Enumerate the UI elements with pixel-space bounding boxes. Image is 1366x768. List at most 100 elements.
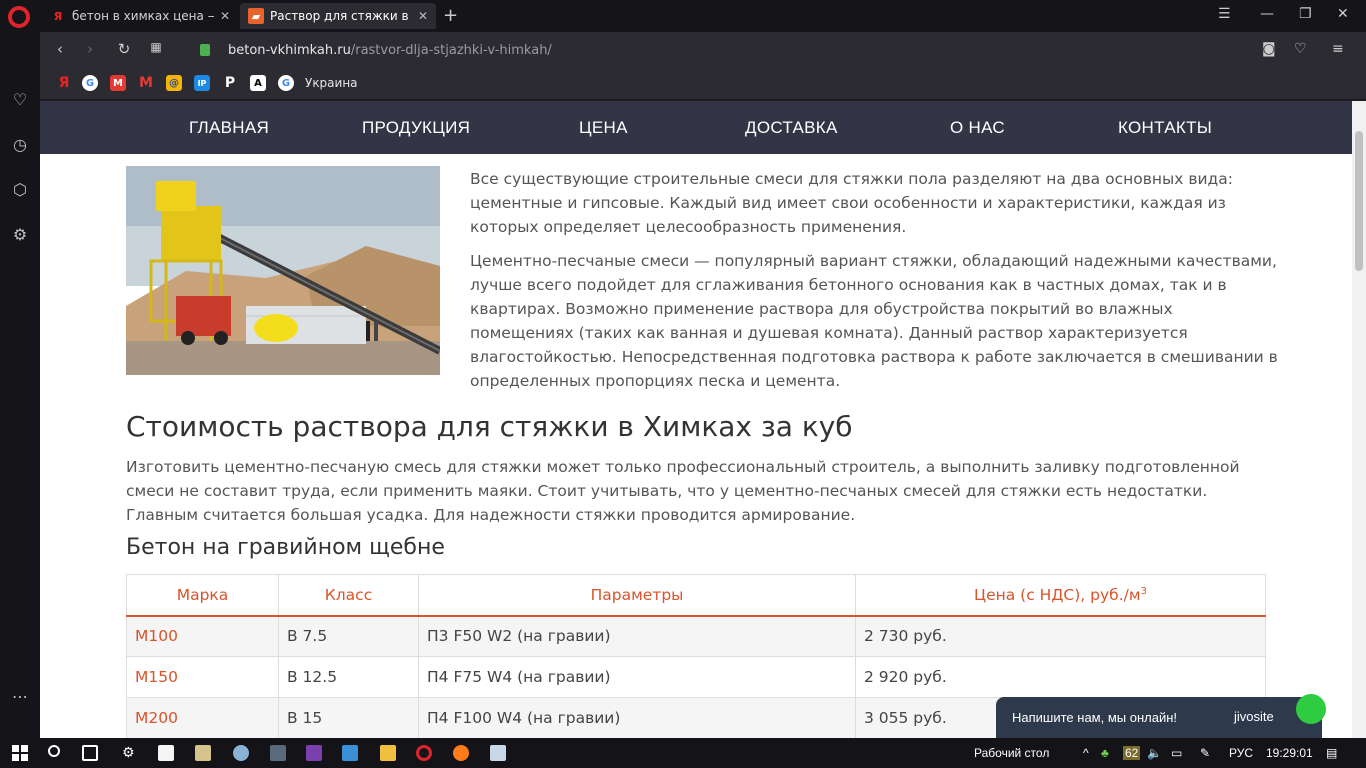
cement-mix-paragraph: Цементно-песчаные смеси — популярный вар…: [470, 252, 1278, 390]
mail-bookmark-icon[interactable]: M: [110, 75, 126, 91]
browser-sidebar: ♡ ◷ ⬡ ⚙ ⋯: [0, 32, 40, 738]
grade-link[interactable]: М200: [126, 697, 279, 738]
class-cell: В 7.5: [278, 615, 419, 657]
web-page: ГЛАВНАЯ ПРОДУКЦИЯ ЦЕНА ДОСТАВКА О НАС КО…: [40, 101, 1352, 738]
explorer-folder-icon[interactable]: [380, 745, 396, 761]
site-favicon-icon: ▰: [248, 8, 264, 24]
forward-icon[interactable]: ›: [80, 40, 100, 58]
col-header-params: Параметры: [418, 574, 856, 617]
windows-taskbar: ⚙ Рабочий стол ^ ♣ 62 🔈 ▭ ✎ РУС 19:29:01…: [0, 738, 1366, 768]
language-indicator[interactable]: РУС: [1229, 746, 1253, 760]
table-row: М150 В 12.5 П4 F75 W4 (на гравии) 2 920 …: [126, 656, 1266, 698]
google-bookmark-icon[interactable]: G: [82, 75, 98, 91]
pen-icon[interactable]: ✎: [1200, 746, 1210, 760]
heart-icon[interactable]: ♡: [10, 90, 30, 110]
back-icon[interactable]: ‹: [50, 40, 70, 58]
desktop-toolbar-label[interactable]: Рабочий стол: [974, 746, 1049, 760]
cube-icon[interactable]: ⬡: [10, 180, 30, 200]
nav-delivery[interactable]: ДОСТАВКА: [745, 118, 838, 138]
notepad-icon[interactable]: [490, 745, 506, 761]
network-icon[interactable]: ▭: [1171, 746, 1182, 760]
col-header-grade: Марка: [126, 574, 279, 617]
col-header-price: Цена (с НДС), руб./м3: [855, 574, 1266, 617]
more-dots-icon[interactable]: ⋯: [10, 687, 30, 707]
app-icon[interactable]: [270, 745, 286, 761]
screed-paragraph: Изготовить цементно-песчаную смесь для с…: [126, 458, 1240, 524]
settings-gear-icon[interactable]: ⚙: [10, 225, 30, 245]
bookmarks-bar: Я G M M @ IP P A G Украина: [40, 68, 1366, 100]
opera-taskbar-icon[interactable]: [416, 745, 432, 761]
tray-chevron-icon[interactable]: ^: [1083, 746, 1089, 760]
yandex-bookmark-icon[interactable]: Я: [56, 75, 72, 91]
paint-icon[interactable]: [233, 745, 249, 761]
col-header-class: Класс: [278, 574, 419, 617]
tab-menu-icon[interactable]: ☰: [1218, 6, 1231, 22]
params-cell: П3 F50 W2 (на гравии): [418, 615, 856, 657]
app-icon[interactable]: [342, 745, 358, 761]
price-cell: 2 920 руб.: [855, 656, 1266, 698]
price-section-heading: Стоимость раствора для стяжки в Химках з…: [126, 410, 853, 443]
camera-icon[interactable]: ◙: [1262, 41, 1276, 57]
settings-icon[interactable]: ⚙: [122, 745, 138, 761]
grade-link[interactable]: М150: [126, 656, 279, 698]
grade-link[interactable]: М100: [126, 615, 279, 657]
close-window-icon[interactable]: ✕: [1337, 6, 1349, 22]
online-status-icon: [1296, 694, 1326, 724]
app-icon[interactable]: [195, 745, 211, 761]
chat-widget[interactable]: Напишите нам, мы онлайн! jivosite: [996, 694, 1326, 741]
nav-contacts[interactable]: КОНТАКТЫ: [1118, 118, 1212, 138]
tab-active-site[interactable]: ▰ Раствор для стяжки в Хим ✕: [240, 3, 436, 29]
price-cell: 2 730 руб.: [855, 615, 1266, 657]
search-icon[interactable]: [48, 745, 60, 757]
windows-start-icon[interactable]: [12, 745, 28, 761]
onenote-icon[interactable]: [306, 745, 322, 761]
speed-dial-icon[interactable]: ▦: [146, 40, 166, 54]
task-view-icon[interactable]: [82, 745, 98, 761]
a-bookmark-icon[interactable]: A: [250, 75, 266, 91]
concrete-plant-photo: [126, 166, 440, 375]
table-header-row: Марка Класс Параметры Цена (с НДС), руб.…: [126, 574, 1266, 617]
minimize-icon[interactable]: —: [1260, 6, 1274, 22]
p-bookmark-icon[interactable]: P: [222, 75, 238, 91]
maximize-icon[interactable]: ❐: [1299, 6, 1312, 22]
class-cell: В 12.5: [278, 656, 419, 698]
tray-app-icon[interactable]: ♣: [1101, 746, 1109, 760]
nav-about[interactable]: О НАС: [950, 118, 1005, 138]
mailru-bookmark-icon[interactable]: @: [166, 75, 182, 91]
bookmark-ukraine[interactable]: Украина: [305, 76, 358, 90]
clock[interactable]: 19:29:01: [1266, 746, 1313, 760]
jivosite-logo: jivosite: [1234, 709, 1274, 724]
chat-prompt-text[interactable]: Напишите нам, мы онлайн!: [1012, 710, 1177, 725]
bookmark-heart-icon[interactable]: ♡: [1294, 41, 1307, 57]
new-tab-icon[interactable]: +: [443, 5, 458, 26]
history-clock-icon[interactable]: ◷: [10, 135, 30, 155]
params-cell: П4 F100 W4 (на гравии): [418, 697, 856, 738]
scrollbar-thumb[interactable]: [1355, 131, 1363, 271]
intro-paragraph: Все существующие строительные смеси для …: [470, 170, 1233, 236]
google-bookmark-icon[interactable]: G: [278, 75, 294, 91]
table-row: М100 В 7.5 П3 F50 W2 (на гравии) 2 730 р…: [126, 615, 1266, 657]
menu-icon[interactable]: ≡: [1332, 41, 1344, 57]
close-tab-icon[interactable]: ✕: [220, 9, 230, 23]
ip-bookmark-icon[interactable]: IP: [194, 75, 210, 91]
opera-logo-icon[interactable]: [8, 6, 30, 28]
tab-yandex-search[interactable]: Я бетон в химках цена — Ян ✕: [42, 3, 238, 29]
close-tab-icon[interactable]: ✕: [418, 9, 428, 23]
firefox-icon[interactable]: [453, 745, 469, 761]
lock-icon: [200, 44, 210, 56]
nav-products[interactable]: ПРОДУКЦИЯ: [362, 118, 470, 138]
address-bar: ‹ › ↻ ▦ beton-vkhimkah.ru/rastvor-dlja-s…: [40, 32, 1366, 68]
site-navigation: ГЛАВНАЯ ПРОДУКЦИЯ ЦЕНА ДОСТАВКА О НАС КО…: [40, 101, 1352, 154]
nav-price[interactable]: ЦЕНА: [579, 118, 628, 138]
reload-icon[interactable]: ↻: [114, 40, 134, 58]
yandex-icon: Я: [53, 9, 63, 23]
page-scrollbar[interactable]: [1352, 101, 1366, 738]
nav-home[interactable]: ГЛАВНАЯ: [189, 118, 269, 138]
battery-indicator[interactable]: 62: [1123, 746, 1141, 760]
notifications-icon[interactable]: ▤: [1326, 746, 1337, 760]
volume-icon[interactable]: 🔈: [1147, 746, 1162, 760]
tab-title: бетон в химках цена — Ян: [72, 9, 214, 23]
url-field[interactable]: beton-vkhimkah.ru/rastvor-dlja-stjazhki-…: [228, 43, 552, 58]
store-icon[interactable]: [158, 745, 174, 761]
gmail-bookmark-icon[interactable]: M: [138, 75, 154, 91]
